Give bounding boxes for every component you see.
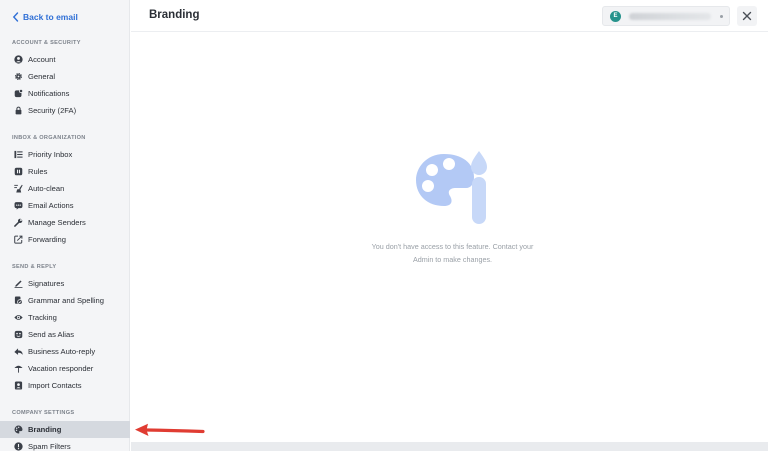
auto-reply-icon (13, 347, 23, 357)
rules-icon (13, 167, 23, 177)
sidebar-item-send-as-alias[interactable]: Send as Alias (0, 326, 130, 343)
section-title-company-settings: COMPANY SETTINGS (12, 410, 75, 416)
sidebar-item-rules[interactable]: Rules (0, 163, 130, 180)
sidebar-item-label: Auto-clean (28, 184, 65, 193)
wrench-icon (13, 218, 23, 228)
sidebar-item-label: Tracking (28, 313, 57, 322)
sidebar-item-general[interactable]: General (0, 68, 130, 85)
page-header: Branding E (131, 0, 768, 32)
sidebar-item-business-auto-reply[interactable]: Business Auto-reply (0, 343, 130, 360)
sidebar-item-manage-senders[interactable]: Manage Senders (0, 214, 130, 231)
sidebar-item-label: Security (2FA) (28, 106, 77, 115)
user-circle-icon (13, 55, 23, 65)
sidebar-item-label: Email Actions (28, 201, 74, 210)
avatar: E (610, 10, 621, 22)
list-priority-icon (13, 150, 23, 160)
umbrella-icon (13, 364, 23, 374)
notification-icon (13, 89, 23, 99)
annotation-arrow-icon (135, 423, 205, 436)
sidebar-item-label: Rules (28, 167, 48, 176)
eye-icon (13, 313, 23, 323)
palette-icon (13, 425, 23, 435)
alert-circle-icon (13, 442, 23, 451)
no-access-message: You don't have access to this feature. C… (340, 240, 565, 266)
sidebar-item-label: Send as Alias (28, 330, 75, 339)
sidebar-item-signatures[interactable]: Signatures (0, 275, 130, 292)
spell-check-icon (13, 296, 23, 306)
pen-icon (13, 279, 23, 289)
sidebar-item-grammar[interactable]: Grammar and Spelling (0, 292, 130, 309)
settings-sidebar: Back to email ACCOUNT & SECURITY Account… (0, 0, 130, 451)
chevron-left-icon (12, 12, 19, 22)
broom-icon (13, 184, 23, 194)
back-to-email-label: Back to email (23, 12, 78, 22)
back-to-email-link[interactable]: Back to email (11, 10, 78, 24)
sidebar-item-label: Grammar and Spelling (28, 296, 104, 305)
sidebar-item-label: General (28, 72, 56, 81)
sidebar-item-auto-clean[interactable]: Auto-clean (0, 180, 130, 197)
sidebar-item-label: Priority Inbox (28, 150, 73, 159)
close-button[interactable] (737, 6, 757, 26)
palette-illustration-icon (416, 151, 487, 224)
sidebar-item-security[interactable]: Security (2FA) (0, 102, 130, 119)
section-title-account-security: ACCOUNT & SECURITY (12, 40, 81, 46)
sidebar-item-priority-inbox[interactable]: Priority Inbox (0, 146, 130, 163)
no-access-line-1: You don't have access to this feature. C… (371, 242, 534, 251)
sidebar-item-account[interactable]: Account (0, 51, 130, 68)
sidebar-item-label: Import Contacts (28, 381, 82, 390)
contact-card-icon (13, 381, 23, 391)
dropdown-dot-icon (720, 14, 723, 18)
sidebar-item-label: Forwarding (28, 235, 66, 244)
sidebar-item-branding[interactable]: Branding (0, 421, 130, 438)
sidebar-item-label: Account (28, 55, 56, 64)
sidebar-item-label: Signatures (28, 279, 65, 288)
sidebar-item-forwarding[interactable]: Forwarding (0, 231, 130, 248)
sidebar-item-tracking[interactable]: Tracking (0, 309, 130, 326)
sidebar-item-spam-filters[interactable]: Spam Filters (0, 438, 130, 451)
sidebar-item-import-contacts[interactable]: Import Contacts (0, 377, 130, 394)
sidebar-item-label: Vacation responder (28, 364, 94, 373)
email-actions-icon (13, 201, 23, 211)
page-title: Branding (149, 9, 200, 21)
lock-icon (13, 106, 23, 116)
sidebar-item-label: Branding (28, 425, 62, 434)
sidebar-item-email-actions[interactable]: Email Actions (0, 197, 130, 214)
no-access-line-2: Admin to make changes. (412, 255, 493, 264)
account-switcher[interactable]: E (602, 6, 730, 26)
mask-icon (13, 330, 23, 340)
close-icon (742, 11, 752, 21)
section-title-inbox-organization: INBOX & ORGANIZATION (12, 135, 86, 141)
sidebar-item-label: Spam Filters (28, 442, 71, 451)
sidebar-item-label: Business Auto-reply (28, 347, 96, 356)
forward-icon (13, 235, 23, 245)
horizontal-scrollbar[interactable] (131, 442, 768, 451)
sidebar-item-vacation-responder[interactable]: Vacation responder (0, 360, 130, 377)
sidebar-item-notifications[interactable]: Notifications (0, 85, 130, 102)
section-title-send-reply: SEND & REPLY (12, 264, 57, 270)
sidebar-item-label: Notifications (28, 89, 70, 98)
account-email-redacted (629, 12, 711, 20)
gear-icon (13, 72, 23, 82)
sidebar-item-label: Manage Senders (28, 218, 86, 227)
